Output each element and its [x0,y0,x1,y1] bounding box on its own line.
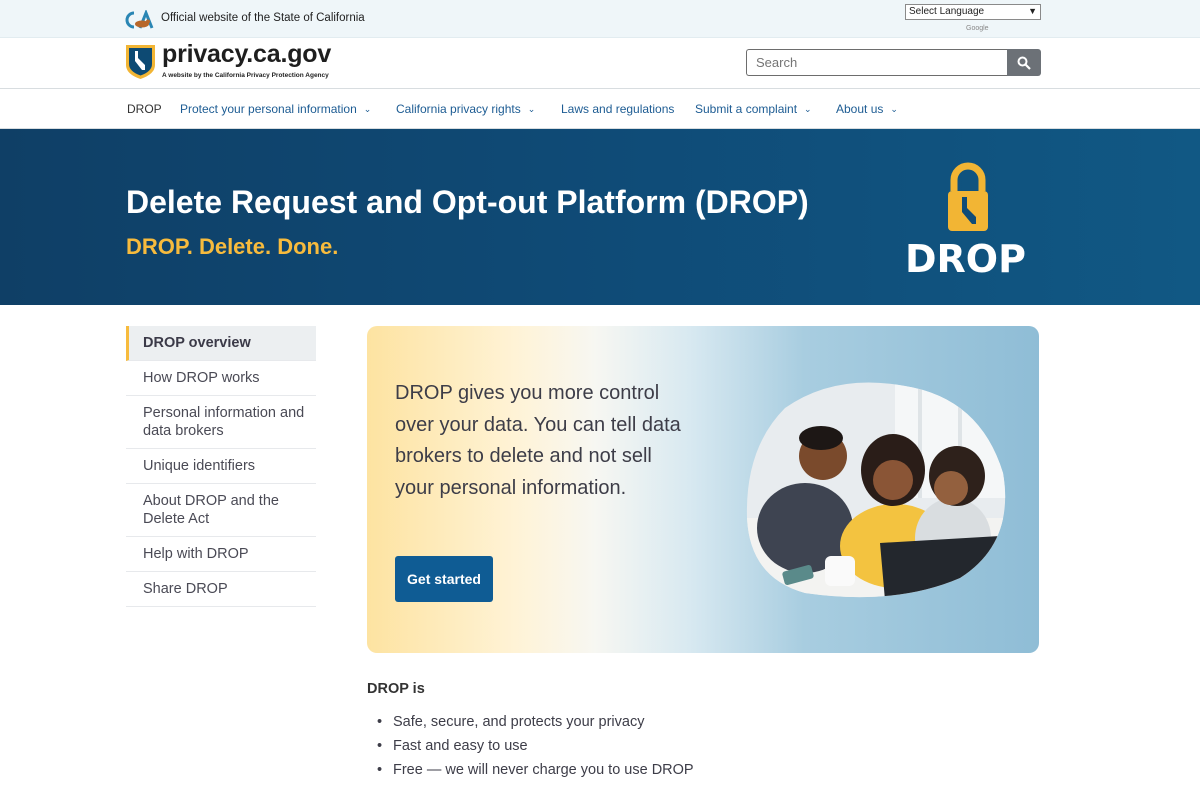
nav-item-label: DROP [127,102,162,116]
nav-item-about-us[interactable]: About us ⌄ [836,102,898,116]
family-photo [746,382,1006,598]
ca-gov-logo-icon[interactable] [124,10,156,30]
google-translate-label: Google [966,25,989,32]
sidebar-item-share-drop[interactable]: Share DROP [126,572,316,607]
search-button[interactable] [1007,49,1041,76]
drop-logo-text: DROP [905,237,1026,281]
section-heading: DROP is [367,681,425,697]
promo-card: DROP gives you more control over your da… [367,326,1039,653]
nav-item-laws-and-regulations[interactable]: Laws and regulations [561,102,674,116]
nav-item-label: Protect your personal information [180,102,357,116]
nav-item-label: Submit a complaint [695,102,798,116]
nav-item-label: California privacy rights [396,102,521,116]
chevron-down-icon: ▼ [1028,6,1037,16]
official-website-text: Official website of the State of Califor… [161,12,365,24]
nav-item-drop[interactable]: DROP [127,102,162,116]
chevron-down-icon: ⌄ [527,104,536,114]
sidebar-item-about-drop[interactable]: About DROP and the Delete Act [126,484,316,537]
list-item: Safe, secure, and protects your privacy [375,710,694,734]
sidebar-item-help-with-drop[interactable]: Help with DROP [126,537,316,572]
utility-header: Official website of the State of Califor… [0,0,1200,38]
search-input[interactable] [746,49,1008,76]
sidebar-item-personal-information[interactable]: Personal information and data brokers [126,396,316,449]
branding-header: privacy.ca.gov A website by the Californ… [0,38,1200,89]
cppa-seal-icon[interactable] [124,43,157,80]
hero-banner: Delete Request and Opt-out Platform (DRO… [0,129,1200,305]
nav-item-label: About us [836,102,884,116]
promo-text: DROP gives you more control over your da… [395,382,681,499]
language-select-value: Select Language [909,6,985,17]
padlock-icon [948,162,988,231]
site-tagline: A website by the California Privacy Prot… [162,72,329,79]
nav-item-label: Laws and regulations [561,102,675,116]
nav-item-california-privacy-rights[interactable]: California privacy rights ⌄ [396,102,535,116]
site-name[interactable]: privacy.ca.gov [162,40,331,69]
chevron-down-icon: ⌄ [804,104,812,114]
list-item: Fast and easy to use [375,734,694,758]
nav-item-protect-personal-information[interactable]: Protect your personal information ⌄ [180,102,371,116]
sidebar-item-drop-overview[interactable]: DROP overview [126,326,316,361]
list-item: Free — we will never charge you to use D… [375,758,694,782]
chevron-down-icon: ⌄ [890,104,898,114]
sidebar-nav: DROP overview How DROP works Personal in… [126,326,316,607]
chevron-down-icon: ⌄ [363,104,372,114]
nav-item-submit-complaint[interactable]: Submit a complaint ⌄ [695,102,812,116]
language-select[interactable]: Select Language ▼ [905,4,1041,20]
main-nav: DROP Protect your personal information ⌄ … [0,89,1200,129]
hero-tagline: DROP. Delete. Done. [126,234,339,259]
drop-benefits-list: Safe, secure, and protects your privacy … [375,710,694,782]
page-title: Delete Request and Opt-out Platform (DRO… [126,184,809,220]
sidebar-item-how-drop-works[interactable]: How DROP works [126,361,316,396]
sidebar-item-unique-identifiers[interactable]: Unique identifiers [126,449,316,484]
search-icon [1017,56,1031,70]
get-started-button[interactable]: Get started [395,556,493,602]
